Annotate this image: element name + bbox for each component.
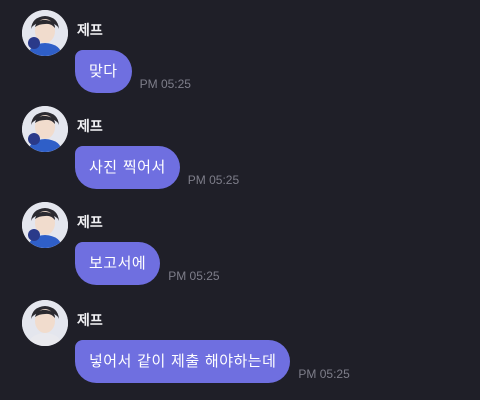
avatar[interactable] [22, 106, 68, 152]
message-row: 보고서에 PM 05:25 [75, 242, 220, 285]
message-timestamp: PM 05:25 [168, 269, 220, 283]
message-timestamp: PM 05:25 [139, 77, 191, 91]
sender-name: 제프 [77, 119, 103, 135]
message-row: 넣어서 같이 제출 해야하는데 PM 05:25 [75, 340, 350, 383]
sender-name: 제프 [77, 215, 103, 231]
sender-name: 제프 [77, 313, 103, 329]
message-bubble[interactable]: 맞다 [75, 50, 132, 93]
message-item: 제프 보고서에 PM 05:25 [22, 202, 462, 298]
avatar[interactable] [22, 202, 68, 248]
avatar[interactable] [22, 10, 68, 56]
message-bubble[interactable]: 보고서에 [75, 242, 161, 285]
chat-window: 제프 맞다 PM 05:25 제프 사진 찍어서 PM 05:25 제프 보고서… [0, 0, 480, 400]
avatar[interactable] [22, 300, 68, 346]
sender-name: 제프 [77, 23, 103, 39]
message-bubble[interactable]: 넣어서 같이 제출 해야하는데 [75, 340, 291, 383]
message-item: 제프 맞다 PM 05:25 [22, 10, 462, 106]
message-timestamp: PM 05:25 [187, 173, 240, 187]
message-row: 맞다 PM 05:25 [75, 50, 191, 93]
message-item: 제프 사진 찍어서 PM 05:25 [22, 106, 462, 202]
message-row: 사진 찍어서 PM 05:25 [75, 146, 239, 189]
message-timestamp: PM 05:25 [298, 367, 350, 381]
message-item: 제프 넣어서 같이 제출 해야하는데 PM 05:25 [22, 300, 462, 396]
message-bubble[interactable]: 사진 찍어서 [75, 146, 180, 189]
